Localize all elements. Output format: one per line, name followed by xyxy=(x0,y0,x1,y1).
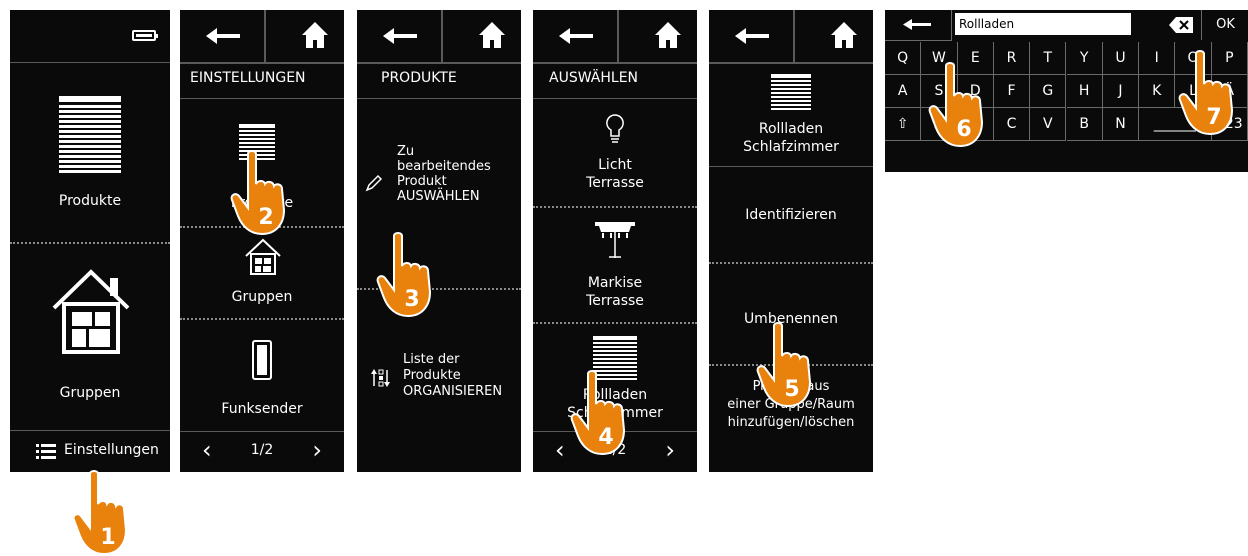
identify-button[interactable]: Identifizieren xyxy=(709,206,873,224)
home-icon xyxy=(302,22,328,48)
roller-shutter-icon xyxy=(59,96,121,175)
key-v[interactable]: V xyxy=(1030,108,1067,141)
backspace-icon xyxy=(1169,17,1193,33)
list-item-label: Licht Terrasse xyxy=(586,157,644,191)
tap-hand-icon: 6 xyxy=(928,62,984,148)
sort-icon xyxy=(371,369,390,387)
key-g[interactable]: G xyxy=(1030,75,1067,108)
back-button[interactable] xyxy=(180,10,266,62)
back-button[interactable] xyxy=(533,10,619,62)
key-b[interactable]: B xyxy=(1066,108,1103,141)
menu-item-label: Gruppen xyxy=(231,289,293,305)
back-arrow-icon xyxy=(559,28,593,44)
step-number: 6 xyxy=(956,117,971,142)
key-u[interactable]: U xyxy=(1102,42,1140,75)
screen-home: Produkte Gruppen Einstellungen xyxy=(10,10,170,472)
home-icon xyxy=(479,22,505,48)
home-button[interactable] xyxy=(284,10,344,62)
tap-hand-icon: 1 xyxy=(72,470,128,556)
screen-settings: EINSTELLUNGEN Produkte Gruppen Funksende… xyxy=(180,10,344,472)
awning-icon xyxy=(595,222,635,258)
page-title: EINSTELLUNGEN xyxy=(190,70,306,86)
key-t[interactable]: T xyxy=(1030,42,1067,75)
ok-button[interactable]: OK xyxy=(1201,10,1248,40)
home-button[interactable] xyxy=(637,10,697,62)
name-input[interactable]: Rollladen xyxy=(955,13,1131,35)
step-number: 7 xyxy=(1206,105,1221,130)
list-item-label: Markise Terrasse xyxy=(586,275,644,309)
key-i[interactable]: I xyxy=(1139,42,1176,75)
back-button[interactable] xyxy=(885,10,952,41)
back-arrow-icon xyxy=(903,19,931,30)
light-bulb-icon xyxy=(606,114,624,143)
delete-button[interactable] xyxy=(1161,10,1201,40)
organize-list-label: Liste der Produkte ORGANISIEREN xyxy=(403,352,503,399)
tap-hand-icon: 7 xyxy=(1178,50,1234,136)
key-h[interactable]: H xyxy=(1066,75,1103,108)
product-name: Rollladen Schlafzimmer xyxy=(743,121,839,155)
key-a[interactable]: A xyxy=(885,75,922,108)
back-arrow-icon xyxy=(206,28,240,44)
home-button[interactable] xyxy=(461,10,521,62)
back-button[interactable] xyxy=(357,10,443,62)
home-icon xyxy=(655,22,681,48)
chevron-right-icon[interactable]: › xyxy=(312,438,322,462)
back-arrow-icon xyxy=(735,28,769,44)
page-title: PRODUKTE xyxy=(381,70,457,86)
step-number: 4 xyxy=(598,425,613,450)
remote-icon xyxy=(252,340,272,380)
edit-product-label: Zu bearbeitendes Produkt AUSWÄHLEN xyxy=(397,144,491,204)
back-arrow-icon xyxy=(383,28,417,44)
tap-hand-icon: 2 xyxy=(230,150,286,236)
key-n[interactable]: N xyxy=(1102,108,1140,141)
products-label: Produkte xyxy=(58,193,122,209)
house-icon xyxy=(245,238,281,275)
battery-icon xyxy=(132,30,158,41)
groups-label: Gruppen xyxy=(59,385,121,401)
back-button[interactable] xyxy=(709,10,795,62)
key-q[interactable]: Q xyxy=(885,42,922,75)
roller-shutter-icon xyxy=(771,74,811,112)
step-number: 5 xyxy=(784,377,799,402)
settings-button[interactable]: Einstellungen xyxy=(10,431,170,472)
step-number: 3 xyxy=(404,287,419,312)
key-j[interactable]: J xyxy=(1102,75,1140,108)
page-title: AUSWÄHLEN xyxy=(549,70,639,86)
home-icon xyxy=(831,22,857,48)
header-bar xyxy=(180,10,344,64)
step-number: 2 xyxy=(258,205,273,230)
tap-hand-icon: 3 xyxy=(376,232,432,318)
pencil-icon xyxy=(365,174,383,192)
header-bar xyxy=(357,10,521,64)
key-k[interactable]: K xyxy=(1139,75,1176,108)
step-number: 1 xyxy=(100,525,115,550)
list-icon xyxy=(36,444,56,459)
menu-item-label: Funksender xyxy=(221,401,303,417)
chevron-right-icon[interactable]: › xyxy=(665,438,675,462)
header-bar xyxy=(533,10,697,64)
house-icon xyxy=(52,269,130,354)
tap-hand-icon: 5 xyxy=(756,322,812,408)
pager: ‹ 1/2 › xyxy=(180,431,344,472)
tap-hand-icon: 4 xyxy=(570,370,626,456)
key-y[interactable]: Y xyxy=(1066,42,1103,75)
header-bar xyxy=(709,10,873,64)
shift-icon[interactable]: ⇧ xyxy=(885,108,922,141)
settings-label: Einstellungen xyxy=(64,442,159,458)
home-button[interactable] xyxy=(813,10,873,62)
